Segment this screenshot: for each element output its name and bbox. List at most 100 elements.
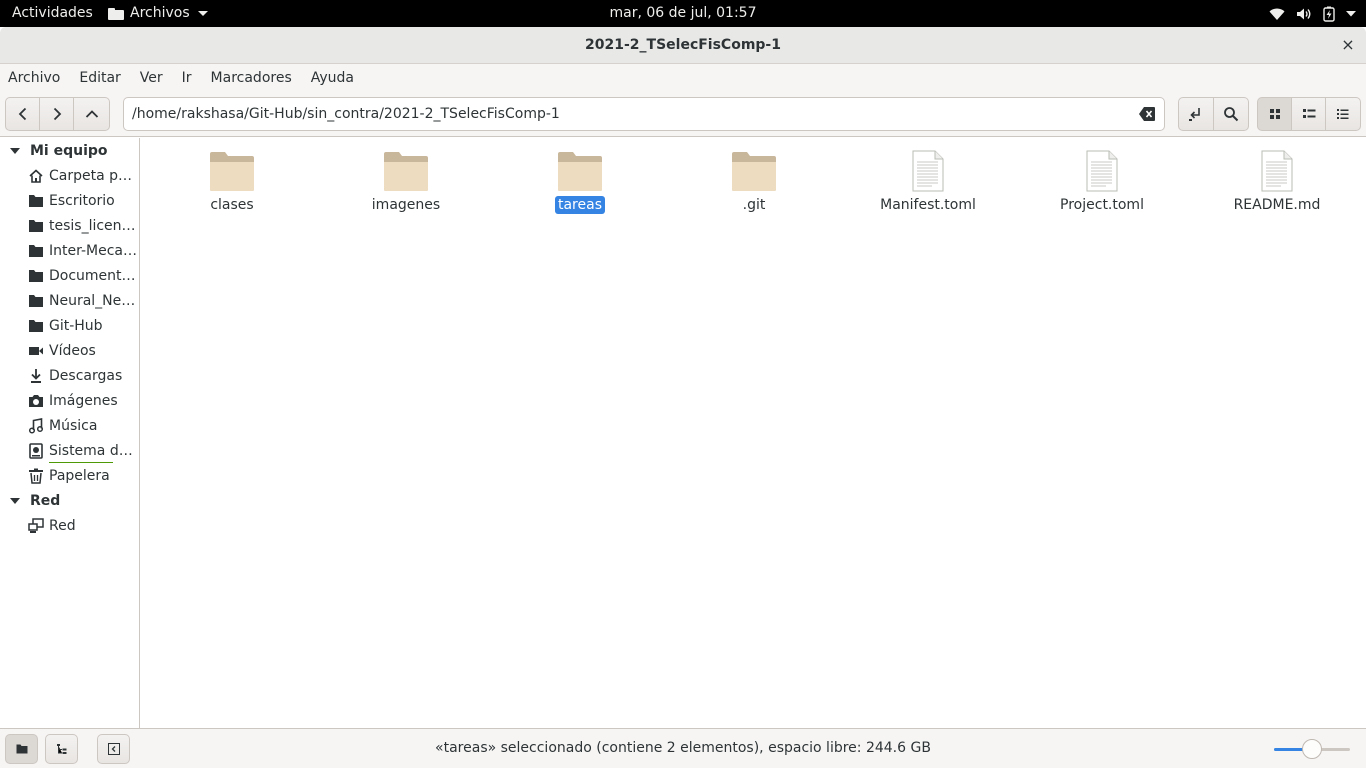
sidebar-item-label: Imágenes <box>49 392 118 409</box>
battery-icon <box>1323 6 1335 22</box>
menu-ver[interactable]: Ver <box>140 70 163 86</box>
file-name: tareas <box>554 196 605 214</box>
folder-icon <box>28 218 44 234</box>
sidebar-item-red[interactable]: Red <box>0 513 139 538</box>
view-options-button[interactable] <box>1325 97 1361 131</box>
music-icon <box>28 417 44 434</box>
sidebar-item-videos[interactable]: Vídeos <box>0 338 139 363</box>
volume-icon <box>1297 8 1311 19</box>
folder-icon <box>730 144 778 192</box>
sidebar-item-inter-mecanica[interactable]: Inter-Mecanica <box>0 238 139 263</box>
sidebar-item-label: Red <box>49 517 76 534</box>
caret-down-icon <box>197 11 208 16</box>
menu-ayuda[interactable]: Ayuda <box>311 70 354 86</box>
file-item-git[interactable]: .git <box>684 144 824 214</box>
sidebar-item-label: Música <box>49 417 98 434</box>
close-button[interactable]: × <box>1340 37 1356 53</box>
sidebar-item-documentos[interactable]: Documentos <box>0 263 139 288</box>
app-menu-label: Archivos <box>130 5 190 21</box>
sidebar-item-musica[interactable]: Música <box>0 413 139 438</box>
network-icon <box>28 517 44 534</box>
file-item-tareas[interactable]: tareas <box>510 144 650 214</box>
file-item-clases[interactable]: clases <box>162 144 302 214</box>
system-status-menu[interactable] <box>1269 0 1356 27</box>
toolbar: /home/rakshasa/Git-Hub/sin_contra/2021-2… <box>0 91 1366 137</box>
parent-folder-button[interactable] <box>73 97 110 131</box>
open-location-button[interactable] <box>1178 97 1214 131</box>
file-item-project-toml[interactable]: Project.toml <box>1032 144 1172 214</box>
hide-sidebar-button[interactable] <box>97 734 130 764</box>
window-title: 2021-2_TSelecFisComp-1 <box>585 37 781 53</box>
text-file-icon <box>904 144 952 192</box>
app-menu[interactable]: Archivos <box>108 0 208 27</box>
forward-button[interactable] <box>39 97 74 131</box>
file-name: Project.toml <box>1060 197 1144 213</box>
sidebar-item-carpeta-personal[interactable]: Carpeta personal <box>0 163 139 188</box>
file-item-readme-md[interactable]: README.md <box>1207 144 1347 214</box>
sidebar-item-neural-networks[interactable]: Neural_Networks <box>0 288 139 313</box>
tree-icon <box>56 744 66 754</box>
file-item-manifest-toml[interactable]: Manifest.toml <box>858 144 998 214</box>
list-view-button[interactable] <box>1291 97 1326 131</box>
clock[interactable]: mar, 06 de jul, 01:57 <box>610 5 757 21</box>
sidebar-item-label: Sistema de archivos <box>49 442 137 459</box>
sidebar-section-title: Mi equipo <box>30 142 108 159</box>
show-places-button[interactable] <box>5 734 38 764</box>
expander-down-icon <box>10 147 20 154</box>
menu-bar: Archivo Editar Ver Ir Marcadores Ayuda <box>0 64 1366 91</box>
sidebar-item-label: Inter-Mecanica <box>49 242 137 259</box>
file-name: imagenes <box>371 197 441 213</box>
camera-icon <box>28 393 44 409</box>
menu-ir[interactable]: Ir <box>182 70 192 86</box>
list-icon <box>1302 109 1315 118</box>
sidebar-item-tesis-licenciatura[interactable]: tesis_licenciatura <box>0 213 139 238</box>
search-button[interactable] <box>1213 97 1249 131</box>
location-entry[interactable]: /home/rakshasa/Git-Hub/sin_contra/2021-2… <box>123 97 1165 131</box>
power-menu-caret-icon <box>1346 10 1356 16</box>
file-name: .git <box>742 197 766 213</box>
menu-marcadores[interactable]: Marcadores <box>211 70 292 86</box>
grid-view-button[interactable] <box>1257 97 1292 131</box>
wifi-icon <box>1269 8 1285 20</box>
location-path[interactable]: /home/rakshasa/Git-Hub/sin_contra/2021-2… <box>132 98 560 130</box>
sidebar-item-label: tesis_licenciatura <box>49 217 137 234</box>
sidebar-section-title: Red <box>30 492 61 509</box>
file-name: Manifest.toml <box>880 197 976 213</box>
sidebar-item-git-hub[interactable]: Git-Hub <box>0 313 139 338</box>
file-name: clases <box>210 197 254 213</box>
window-titlebar[interactable]: 2021-2_TSelecFisComp-1 × <box>0 27 1366 64</box>
sidebar-section-red[interactable]: Red <box>0 488 140 513</box>
sidebar-item-descargas[interactable]: Descargas <box>0 363 139 388</box>
zoom-slider-handle[interactable] <box>1302 739 1322 759</box>
sidebar-item-label: Git-Hub <box>49 317 103 334</box>
expander-down-icon <box>10 497 20 504</box>
file-grid[interactable]: clases imagenes tareas .git Manifest.tom… <box>141 138 1366 728</box>
sidebar-item-label: Documentos <box>49 267 137 284</box>
sidebar-item-escritorio[interactable]: Escritorio <box>0 188 139 213</box>
search-icon <box>1224 107 1239 122</box>
clear-entry-icon[interactable] <box>1138 106 1156 122</box>
folder-icon <box>108 7 124 20</box>
sidebar-item-papelera[interactable]: Papelera <box>0 463 139 488</box>
sidebar-item-label: Escritorio <box>49 192 115 209</box>
trash-icon <box>28 468 44 484</box>
folder-icon <box>208 144 256 192</box>
status-text: «tareas» seleccionado (contiene 2 elemen… <box>435 740 931 756</box>
sidebar-item-imagenes[interactable]: Imágenes <box>0 388 139 413</box>
show-tree-button[interactable] <box>45 734 78 764</box>
menu-archivo[interactable]: Archivo <box>8 70 60 86</box>
sidebar-item-label: Vídeos <box>49 342 96 359</box>
menu-editar[interactable]: Editar <box>79 70 120 86</box>
activities-button[interactable]: Actividades <box>12 0 93 27</box>
zoom-slider[interactable] <box>1274 739 1350 759</box>
status-bar: «tareas» seleccionado (contiene 2 elemen… <box>0 728 1366 768</box>
sidebar-item-sistema-de-archivos[interactable]: Sistema de archivos <box>0 438 139 463</box>
text-file-icon <box>1078 144 1126 192</box>
enter-location-icon <box>1189 108 1200 121</box>
chevron-up-icon <box>85 110 98 118</box>
sidebar-section-mi-equipo[interactable]: Mi equipo <box>0 138 140 163</box>
sidebar-item-label: Carpeta personal <box>49 167 137 184</box>
file-item-imagenes[interactable]: imagenes <box>336 144 476 214</box>
download-icon <box>28 368 44 384</box>
back-button[interactable] <box>5 97 40 131</box>
